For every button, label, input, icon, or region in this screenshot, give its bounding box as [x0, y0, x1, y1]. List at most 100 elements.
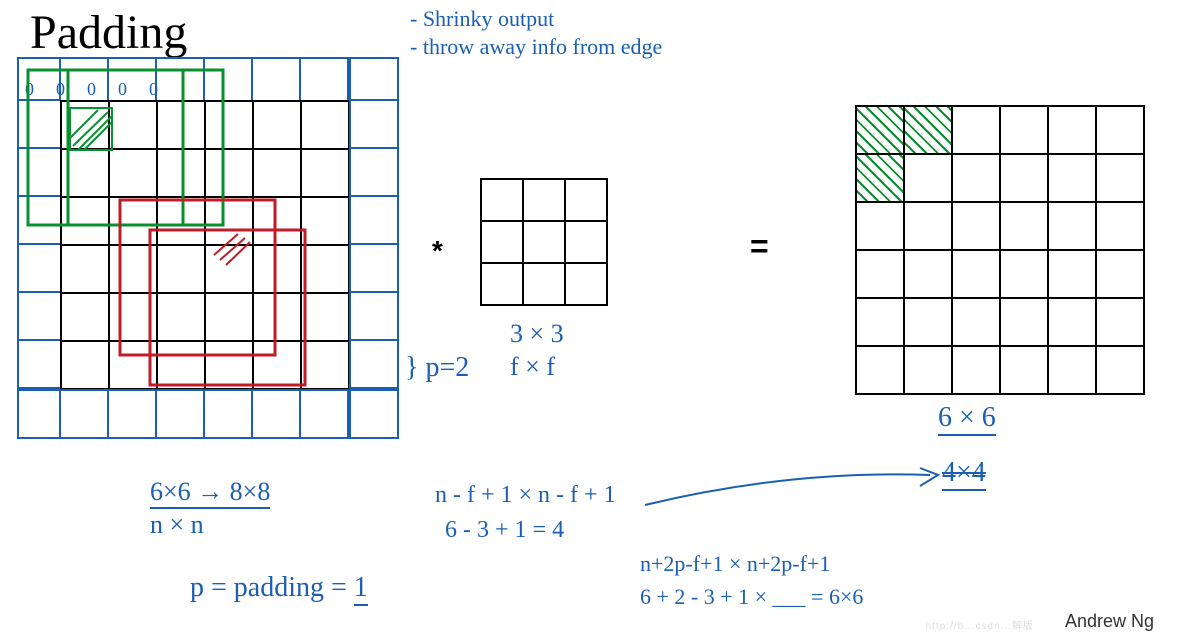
grid-cell	[952, 346, 1000, 394]
grid-cell	[301, 149, 349, 197]
grid-cell	[1048, 154, 1096, 202]
grid-cell	[61, 101, 109, 149]
grid-cell	[904, 154, 952, 202]
filter-grid	[480, 178, 608, 306]
output-size-label: 6 × 6	[938, 400, 996, 436]
grid-cell	[301, 245, 349, 293]
grid-cell	[481, 263, 523, 305]
grid-cell	[523, 179, 565, 221]
grid-cell	[109, 341, 157, 389]
input-var-label: n × n	[150, 508, 204, 542]
padding-def-label: p = padding = 1	[190, 570, 368, 606]
grid-cell	[253, 341, 301, 389]
input-dims-label: 6×6 → 8×8	[150, 475, 270, 509]
grid-cell	[1000, 154, 1048, 202]
grid-cell	[301, 101, 349, 149]
grid-cell	[301, 197, 349, 245]
padding-brace-label: } p=2	[405, 350, 469, 386]
watermark-text: http://b...csdn...解版	[926, 617, 1034, 632]
grid-cell	[904, 346, 952, 394]
grid-cell	[109, 197, 157, 245]
grid-cell	[61, 245, 109, 293]
grid-cell	[856, 154, 904, 202]
grid-cell	[61, 197, 109, 245]
grid-cell	[61, 341, 109, 389]
grid-cell	[481, 179, 523, 221]
grid-cell	[1096, 250, 1144, 298]
grid-cell	[952, 154, 1000, 202]
grid-cell	[1048, 106, 1096, 154]
note-bullet-1: - Shrinky output	[410, 5, 554, 34]
grid-cell	[1096, 154, 1144, 202]
formula2-calc-label: 6 + 2 - 3 + 1 × ___ = 6×6	[640, 583, 863, 612]
grid-cell	[523, 263, 565, 305]
grid-cell	[109, 101, 157, 149]
grid-cell	[61, 293, 109, 341]
grid-cell	[856, 202, 904, 250]
grid-cell	[1000, 346, 1048, 394]
grid-cell	[904, 202, 952, 250]
grid-cell	[301, 341, 349, 389]
grid-cell	[157, 341, 205, 389]
grid-cell	[1048, 346, 1096, 394]
grid-cell	[1048, 298, 1096, 346]
grid-cell	[61, 149, 109, 197]
grid-cell	[904, 298, 952, 346]
grid-cell	[1000, 106, 1048, 154]
filter-var-label: f × f	[510, 350, 555, 384]
grid-cell	[205, 101, 253, 149]
grid-cell	[904, 106, 952, 154]
grid-cell	[1000, 298, 1048, 346]
grid-cell	[109, 149, 157, 197]
grid-cell	[157, 293, 205, 341]
grid-cell	[952, 202, 1000, 250]
padding-zeros: 00000	[25, 78, 180, 101]
grid-cell	[856, 298, 904, 346]
grid-cell	[253, 245, 301, 293]
equals-operator: =	[750, 228, 769, 265]
grid-cell	[157, 245, 205, 293]
grid-cell	[205, 293, 253, 341]
grid-cell	[1096, 346, 1144, 394]
grid-cell	[205, 245, 253, 293]
filter-size-label: 3 × 3	[510, 317, 564, 351]
formula2-label: n+2p-f+1 × n+2p-f+1	[640, 550, 830, 579]
grid-cell	[157, 149, 205, 197]
grid-cell	[1096, 106, 1144, 154]
formula1-calc-label: 6 - 3 + 1 = 4	[445, 515, 564, 546]
grid-cell	[952, 106, 1000, 154]
grid-cell	[253, 149, 301, 197]
grid-cell	[205, 197, 253, 245]
arrow-to-output	[640, 460, 950, 520]
grid-cell	[109, 245, 157, 293]
grid-cell	[1048, 202, 1096, 250]
grid-cell	[952, 298, 1000, 346]
grid-cell	[1096, 202, 1144, 250]
grid-cell	[109, 293, 157, 341]
grid-cell	[565, 221, 607, 263]
grid-cell	[565, 263, 607, 305]
grid-cell	[904, 250, 952, 298]
grid-cell	[301, 293, 349, 341]
grid-cell	[523, 221, 565, 263]
grid-cell	[1096, 298, 1144, 346]
grid-cell	[1048, 250, 1096, 298]
grid-cell	[565, 179, 607, 221]
grid-cell	[1000, 202, 1048, 250]
grid-cell	[205, 149, 253, 197]
note-bullet-2: - throw away info from edge	[410, 33, 662, 62]
grid-cell	[481, 221, 523, 263]
conv-operator: *	[432, 235, 443, 267]
grid-cell	[253, 197, 301, 245]
grid-cell	[1000, 250, 1048, 298]
grid-cell	[157, 101, 205, 149]
grid-cell	[856, 250, 904, 298]
formula1-label: n - f + 1 × n - f + 1	[435, 480, 616, 511]
grid-cell	[856, 346, 904, 394]
grid-cell	[205, 341, 253, 389]
author-credit: Andrew Ng	[1065, 611, 1154, 632]
grid-cell	[856, 106, 904, 154]
input-grid	[60, 100, 350, 390]
grid-cell	[253, 293, 301, 341]
page-title: Padding	[30, 5, 187, 60]
